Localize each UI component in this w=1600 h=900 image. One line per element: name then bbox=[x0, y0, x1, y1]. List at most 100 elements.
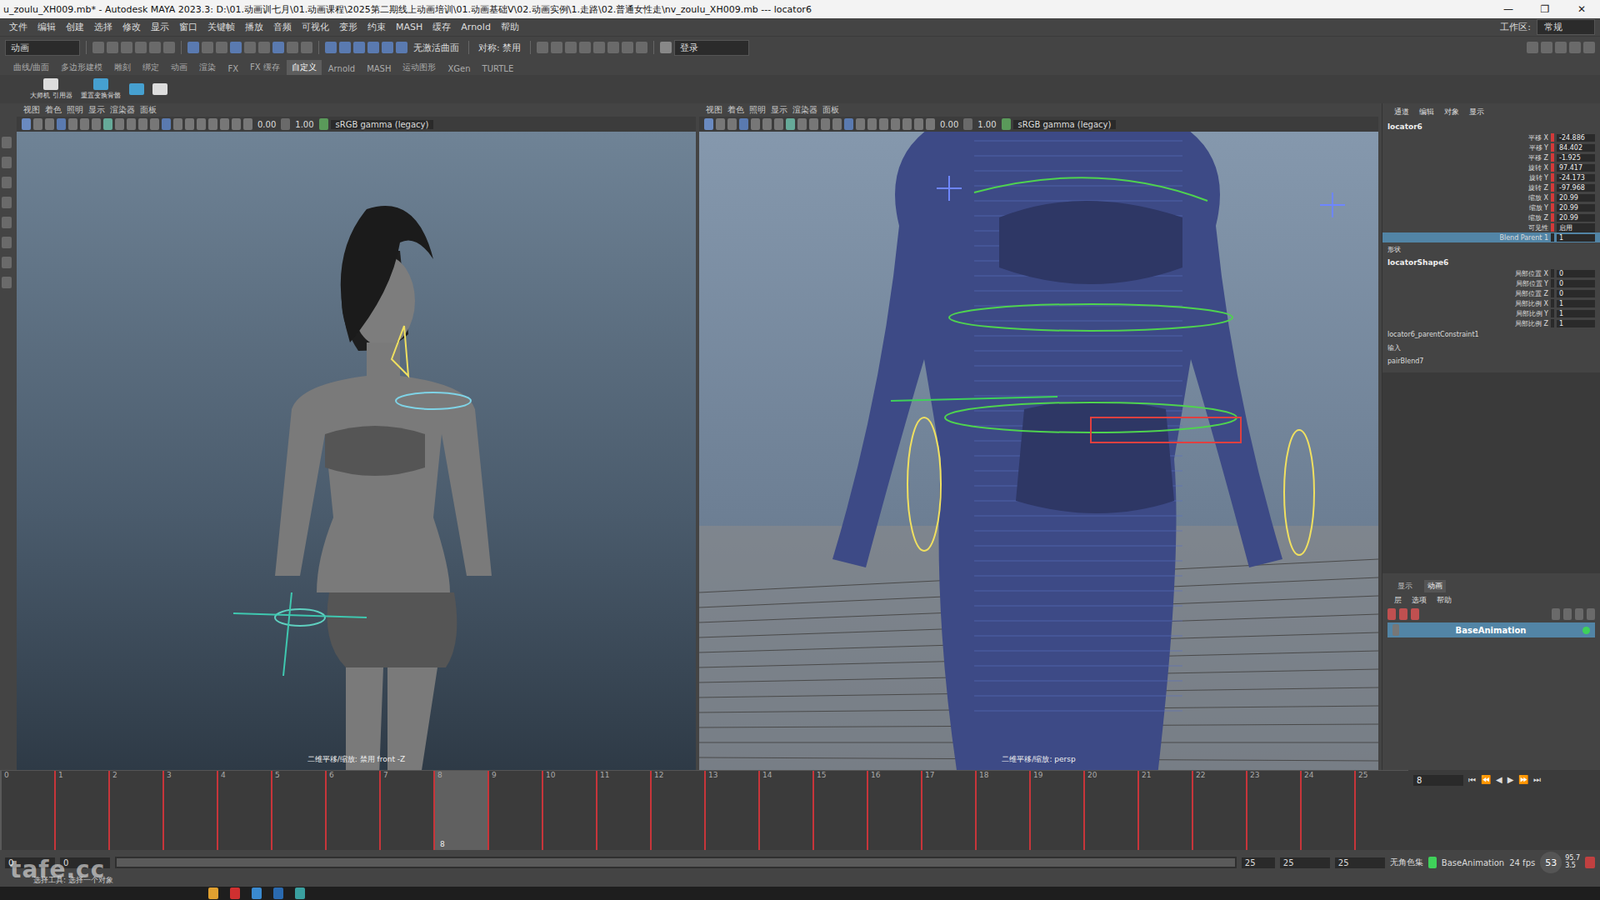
snap-icon[interactable] bbox=[325, 41, 337, 54]
playback-button[interactable]: ⏪ bbox=[1480, 775, 1491, 785]
layer-menu-item[interactable]: 帮助 bbox=[1436, 595, 1452, 606]
timeline-frame[interactable]: 21 bbox=[1137, 770, 1192, 850]
viewport-tool-icon[interactable] bbox=[704, 118, 714, 130]
attribute-row[interactable]: 局部比例 Y1 bbox=[1382, 308, 1600, 319]
inner-end-field[interactable]: 25 bbox=[1241, 857, 1275, 869]
select-mask-icon[interactable] bbox=[187, 41, 200, 54]
viewport-tool-icon[interactable] bbox=[855, 118, 865, 130]
file-icon[interactable] bbox=[149, 41, 161, 54]
viewport-tool-icon[interactable] bbox=[161, 118, 171, 130]
viewport-tool-icon[interactable] bbox=[231, 118, 241, 130]
menu-item[interactable]: 约束 bbox=[363, 20, 390, 35]
menu-item[interactable]: 关键帧 bbox=[203, 20, 240, 35]
timeline-frame[interactable]: 88 bbox=[433, 770, 488, 850]
timeline-frame[interactable]: 5 bbox=[270, 770, 325, 850]
channel-box-menu-item[interactable]: 通道 bbox=[1394, 106, 1410, 118]
viewport-tool-icon[interactable] bbox=[138, 118, 148, 130]
snap-icon[interactable] bbox=[353, 41, 365, 54]
shelf-tab[interactable]: 绑定 bbox=[137, 60, 165, 75]
menu-item[interactable]: 文件 bbox=[5, 20, 32, 35]
timeline-frame[interactable]: 25 bbox=[1354, 770, 1409, 850]
viewport-tool-icon[interactable] bbox=[739, 118, 749, 130]
timeline-frame[interactable]: 23 bbox=[1245, 770, 1300, 850]
shelf-tab[interactable]: 渲染 bbox=[194, 60, 221, 75]
render-icon[interactable] bbox=[565, 41, 577, 54]
timeline-frame[interactable]: 17 bbox=[920, 770, 975, 850]
menu-item[interactable]: 变形 bbox=[335, 20, 362, 35]
timeline-frame[interactable]: 3 bbox=[162, 770, 217, 850]
taskbar-app-icon[interactable] bbox=[230, 887, 240, 900]
exposure-field[interactable]: 0.00 bbox=[255, 120, 279, 130]
viewport-tool-icon[interactable] bbox=[196, 118, 206, 130]
end-field[interactable]: 25 bbox=[1280, 857, 1330, 869]
tool-icon[interactable] bbox=[1, 216, 12, 229]
tool-icon[interactable] bbox=[1, 156, 12, 169]
layer-option-icon[interactable] bbox=[1551, 608, 1560, 620]
viewport-tool-icon[interactable] bbox=[21, 118, 31, 130]
viewport-menu-item[interactable]: 渲染器 bbox=[792, 104, 818, 116]
viewport-tool-icon[interactable] bbox=[890, 118, 900, 130]
channel-box-menu-item[interactable]: 对象 bbox=[1444, 106, 1460, 118]
attribute-row[interactable]: 平移 Z-1.925 bbox=[1382, 152, 1600, 163]
snap-icon[interactable] bbox=[339, 41, 351, 54]
taskbar-app-icon[interactable] bbox=[295, 887, 305, 900]
file-icon[interactable] bbox=[120, 41, 133, 54]
playback-button[interactable]: ⏭ bbox=[1533, 775, 1541, 785]
character-set[interactable]: 无角色集 bbox=[1390, 856, 1424, 869]
menu-item[interactable]: 音频 bbox=[269, 20, 296, 35]
viewport-tool-icon[interactable] bbox=[844, 118, 854, 130]
auto-key-icon[interactable] bbox=[1585, 856, 1595, 869]
viewport-menu-item[interactable]: 视图 bbox=[23, 104, 40, 116]
attribute-row[interactable]: 缩放 X20.99 bbox=[1382, 192, 1600, 203]
viewport-tool-icon[interactable] bbox=[80, 118, 90, 130]
layer-action-icon[interactable] bbox=[1387, 608, 1396, 620]
viewport-tool-icon[interactable] bbox=[715, 118, 725, 130]
viewport-menu-item[interactable]: 着色 bbox=[727, 104, 745, 116]
layer-tab[interactable]: 显示 bbox=[1394, 580, 1416, 593]
login-button[interactable]: 登录 bbox=[674, 40, 750, 56]
timeline-frame[interactable]: 6 bbox=[325, 770, 380, 850]
attribute-row[interactable]: 旋转 X97.417 bbox=[1382, 162, 1600, 173]
timeline-frame[interactable]: 16 bbox=[866, 770, 921, 850]
select-mask-icon[interactable] bbox=[258, 41, 270, 54]
select-mask-icon[interactable] bbox=[286, 41, 299, 54]
menu-item[interactable]: 修改 bbox=[118, 20, 145, 35]
layer-action-icon[interactable] bbox=[1410, 608, 1420, 620]
range-bar[interactable] bbox=[115, 856, 1237, 869]
viewport-tool-icon[interactable] bbox=[902, 118, 912, 130]
shelf-tab[interactable]: MASH bbox=[361, 62, 396, 75]
layer-option-icon[interactable] bbox=[1586, 608, 1595, 620]
viewport-menu-item[interactable]: 照明 bbox=[66, 104, 84, 116]
select-mask-icon[interactable] bbox=[215, 41, 228, 54]
shelf-tab[interactable]: 动画 bbox=[165, 60, 193, 75]
tool-icon[interactable] bbox=[1, 276, 12, 289]
tool-icon[interactable] bbox=[1, 256, 12, 269]
mode-select[interactable]: 动画 bbox=[5, 40, 80, 56]
taskbar-app-icon[interactable] bbox=[208, 887, 219, 900]
attribute-row[interactable]: Blend Parent 11 bbox=[1382, 232, 1600, 243]
timeline-frame[interactable]: 24 bbox=[1300, 770, 1355, 850]
viewport-tool-icon[interactable] bbox=[832, 118, 842, 130]
file-icon[interactable] bbox=[106, 41, 119, 54]
menu-item[interactable]: 缓存 bbox=[428, 20, 455, 35]
render-icon[interactable] bbox=[536, 41, 549, 54]
layer-menu-item[interactable]: 选项 bbox=[1411, 595, 1427, 606]
layer-row[interactable]: BaseAnimation bbox=[1387, 622, 1595, 638]
timeline-frame[interactable]: 2 bbox=[108, 770, 163, 850]
timeline-frame[interactable]: 19 bbox=[1029, 770, 1084, 850]
layer-menu-item[interactable]: 层 bbox=[1394, 595, 1402, 606]
playback-button[interactable]: ◀ bbox=[1495, 775, 1503, 785]
file-icon[interactable] bbox=[135, 41, 147, 54]
viewport-canvas[interactable]: 二维平移/缩放: persp bbox=[699, 131, 1379, 770]
snap-icon[interactable] bbox=[367, 41, 380, 54]
render-icon[interactable] bbox=[607, 41, 620, 54]
viewport-tool-icon[interactable] bbox=[762, 118, 772, 130]
shelf-button[interactable]: 大师机 引用器 bbox=[30, 78, 73, 100]
end-field-2[interactable]: 25 bbox=[1335, 857, 1385, 869]
snap-icon[interactable] bbox=[381, 41, 394, 54]
attribute-row[interactable]: 局部比例 Z1 bbox=[1382, 318, 1600, 329]
menu-item[interactable]: 窗口 bbox=[175, 20, 202, 35]
viewport-tool-icon[interactable] bbox=[797, 118, 807, 130]
select-mask-icon[interactable] bbox=[244, 41, 256, 54]
panel-toggle-icon[interactable] bbox=[1526, 41, 1539, 54]
